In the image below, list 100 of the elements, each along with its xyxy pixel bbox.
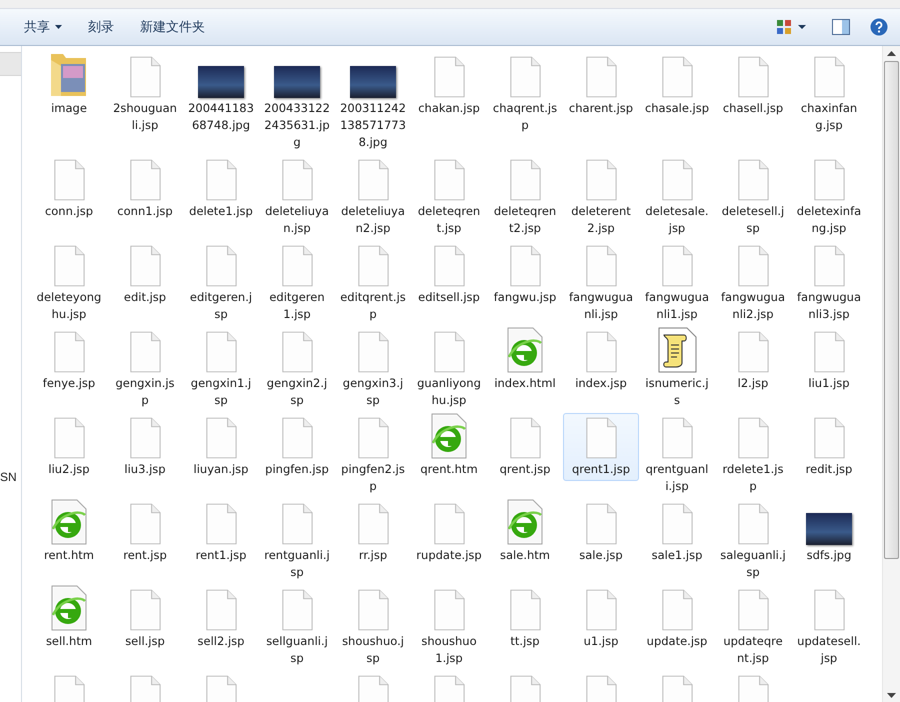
file-item[interactable]: shoushuo.jsp xyxy=(335,585,411,670)
file-item[interactable]: updateqrent.jsp xyxy=(715,585,791,670)
scrollbar[interactable] xyxy=(882,46,900,702)
file-item[interactable]: rupdate.jsp xyxy=(411,499,487,567)
navigation-label[interactable]: SN xyxy=(0,470,21,484)
document-icon xyxy=(660,245,694,287)
file-item[interactable]: chakan.jsp xyxy=(411,52,487,120)
file-item[interactable]: 2004331222435631.jpg xyxy=(259,52,335,154)
file-item[interactable]: liu3.jsp xyxy=(107,413,183,481)
file-item[interactable]: fangwuguanli2.jsp xyxy=(715,241,791,326)
file-item[interactable]: sellguanli.jsp xyxy=(259,585,335,670)
file-item[interactable]: sale1.jsp xyxy=(639,499,715,567)
file-item[interactable]: gengxin3.jsp xyxy=(335,327,411,412)
file-item[interactable]: fenye.jsp xyxy=(31,327,107,395)
file-item[interactable]: sell.jsp xyxy=(107,585,183,653)
file-item[interactable]: editsell.jsp xyxy=(411,241,487,309)
scroll-down-icon[interactable] xyxy=(887,692,896,698)
file-item[interactable]: isnumeric.js xyxy=(639,327,715,412)
file-item[interactable]: redit.jsp xyxy=(791,413,867,481)
file-item[interactable]: chasell.jsp xyxy=(715,52,791,120)
file-item[interactable]: index.jsp xyxy=(563,327,639,395)
file-item[interactable]: pingfen2.jsp xyxy=(335,413,411,498)
file-item[interactable]: l2.jsp xyxy=(715,327,791,395)
file-item[interactable]: rent.htm xyxy=(31,499,107,567)
file-item[interactable]: 2shouguanli.jsp xyxy=(107,52,183,137)
file-item[interactable]: sdfs.jpg xyxy=(791,499,867,567)
toolbar-button[interactable]: 新建文件夹 xyxy=(130,14,215,40)
file-item[interactable]: sell.htm xyxy=(31,585,107,653)
file-item[interactable]: qrent.jsp xyxy=(487,413,563,481)
file-item[interactable]: deleteliuyan.jsp xyxy=(259,155,335,240)
file-item[interactable]: deleteyonghu.jsp xyxy=(31,241,107,326)
file-item[interactable]: image xyxy=(31,52,107,120)
file-item[interactable]: u1.jsp xyxy=(563,585,639,653)
file-item[interactable]: deleterent2.jsp xyxy=(563,155,639,240)
file-item[interactable]: chasale.jsp xyxy=(639,52,715,120)
file-item[interactable]: gengxin.jsp xyxy=(107,327,183,412)
document-icon xyxy=(736,245,770,287)
file-item[interactable]: 20044118368748.jpg xyxy=(183,52,259,137)
scrollbar-thumb[interactable] xyxy=(884,61,899,559)
file-item[interactable]: guanliyonghu.jsp xyxy=(411,327,487,412)
file-item[interactable]: liuyan.jsp xyxy=(183,413,259,481)
help-icon[interactable] xyxy=(870,18,888,36)
file-item[interactable]: conn1.jsp xyxy=(107,155,183,223)
file-item[interactable]: rr.jsp xyxy=(335,499,411,567)
file-item[interactable]: liu2.jsp xyxy=(31,413,107,481)
file-item[interactable]: deletesale.jsp xyxy=(639,155,715,240)
file-item[interactable]: deleteqrent2.jsp xyxy=(487,155,563,240)
scroll-up-icon[interactable] xyxy=(887,51,896,57)
preview-pane-icon[interactable] xyxy=(832,19,850,35)
file-item[interactable]: deleteliuyan2.jsp xyxy=(335,155,411,240)
file-item[interactable]: rent1.jsp xyxy=(183,499,259,567)
file-item[interactable]: update.jsp xyxy=(639,585,715,653)
document-icon xyxy=(356,159,390,201)
file-item[interactable]: 2003112421385717738.jpg xyxy=(335,52,411,154)
file-item[interactable]: chaxinfang.jsp xyxy=(791,52,867,137)
file-item[interactable]: qrent.htm xyxy=(411,413,487,481)
file-item[interactable]: fangwuguanli3.jsp xyxy=(791,241,867,326)
file-item[interactable]: qrent1.jsp xyxy=(563,413,639,481)
file-item[interactable]: fangwuguanli1.jsp xyxy=(639,241,715,326)
file-item[interactable]: updatesell.jsp xyxy=(791,585,867,670)
file-item[interactable]: index.html xyxy=(487,327,563,395)
file-item[interactable]: editgeren1.jsp xyxy=(259,241,335,326)
document-icon xyxy=(52,245,86,287)
file-item[interactable]: fangwuguanli.jsp xyxy=(563,241,639,326)
file-item[interactable]: liu1.jsp xyxy=(791,327,867,395)
file-item[interactable]: fangwu.jsp xyxy=(487,241,563,309)
document-icon xyxy=(584,503,618,545)
file-item[interactable]: shoushuo1.jsp xyxy=(411,585,487,670)
toolbar-button[interactable]: 共享 xyxy=(14,14,72,40)
file-item[interactable]: edit.jsp xyxy=(107,241,183,309)
file-item[interactable]: conn.jsp xyxy=(31,155,107,223)
script-scroll-icon xyxy=(656,327,698,373)
file-item[interactable]: editgeren.jsp xyxy=(183,241,259,326)
web-page-icon xyxy=(49,499,89,545)
file-item[interactable]: gengxin2.jsp xyxy=(259,327,335,412)
file-item[interactable]: editqrent.jsp xyxy=(335,241,411,326)
document-icon xyxy=(660,56,694,98)
file-item[interactable]: gengxin1.jsp xyxy=(183,327,259,412)
file-item[interactable]: rdelete1.jsp xyxy=(715,413,791,498)
file-item[interactable]: tt.jsp xyxy=(487,585,563,653)
web-page-icon xyxy=(49,585,89,631)
file-item[interactable]: qrentguanli.jsp xyxy=(639,413,715,498)
file-item[interactable]: saleguanli.jsp xyxy=(715,499,791,584)
file-item[interactable]: deletesell.jsp xyxy=(715,155,791,240)
file-item[interactable]: deletexinfang.jsp xyxy=(791,155,867,240)
file-item[interactable]: charent.jsp xyxy=(563,52,639,120)
file-item[interactable]: rentguanli.jsp xyxy=(259,499,335,584)
file-item[interactable]: sale.jsp xyxy=(563,499,639,567)
document-icon xyxy=(432,159,466,201)
document-icon xyxy=(736,417,770,459)
toolbar-button[interactable]: 刻录 xyxy=(78,14,124,40)
file-item[interactable]: chaqrent.jsp xyxy=(487,52,563,137)
file-item[interactable]: pingfen.jsp xyxy=(259,413,335,481)
document-icon xyxy=(128,503,162,545)
file-item[interactable]: rent.jsp xyxy=(107,499,183,567)
file-item[interactable]: sale.htm xyxy=(487,499,563,567)
file-item[interactable]: delete1.jsp xyxy=(183,155,259,223)
document-icon xyxy=(204,159,238,201)
file-item[interactable]: sell2.jsp xyxy=(183,585,259,653)
file-item[interactable]: deleteqrent.jsp xyxy=(411,155,487,240)
